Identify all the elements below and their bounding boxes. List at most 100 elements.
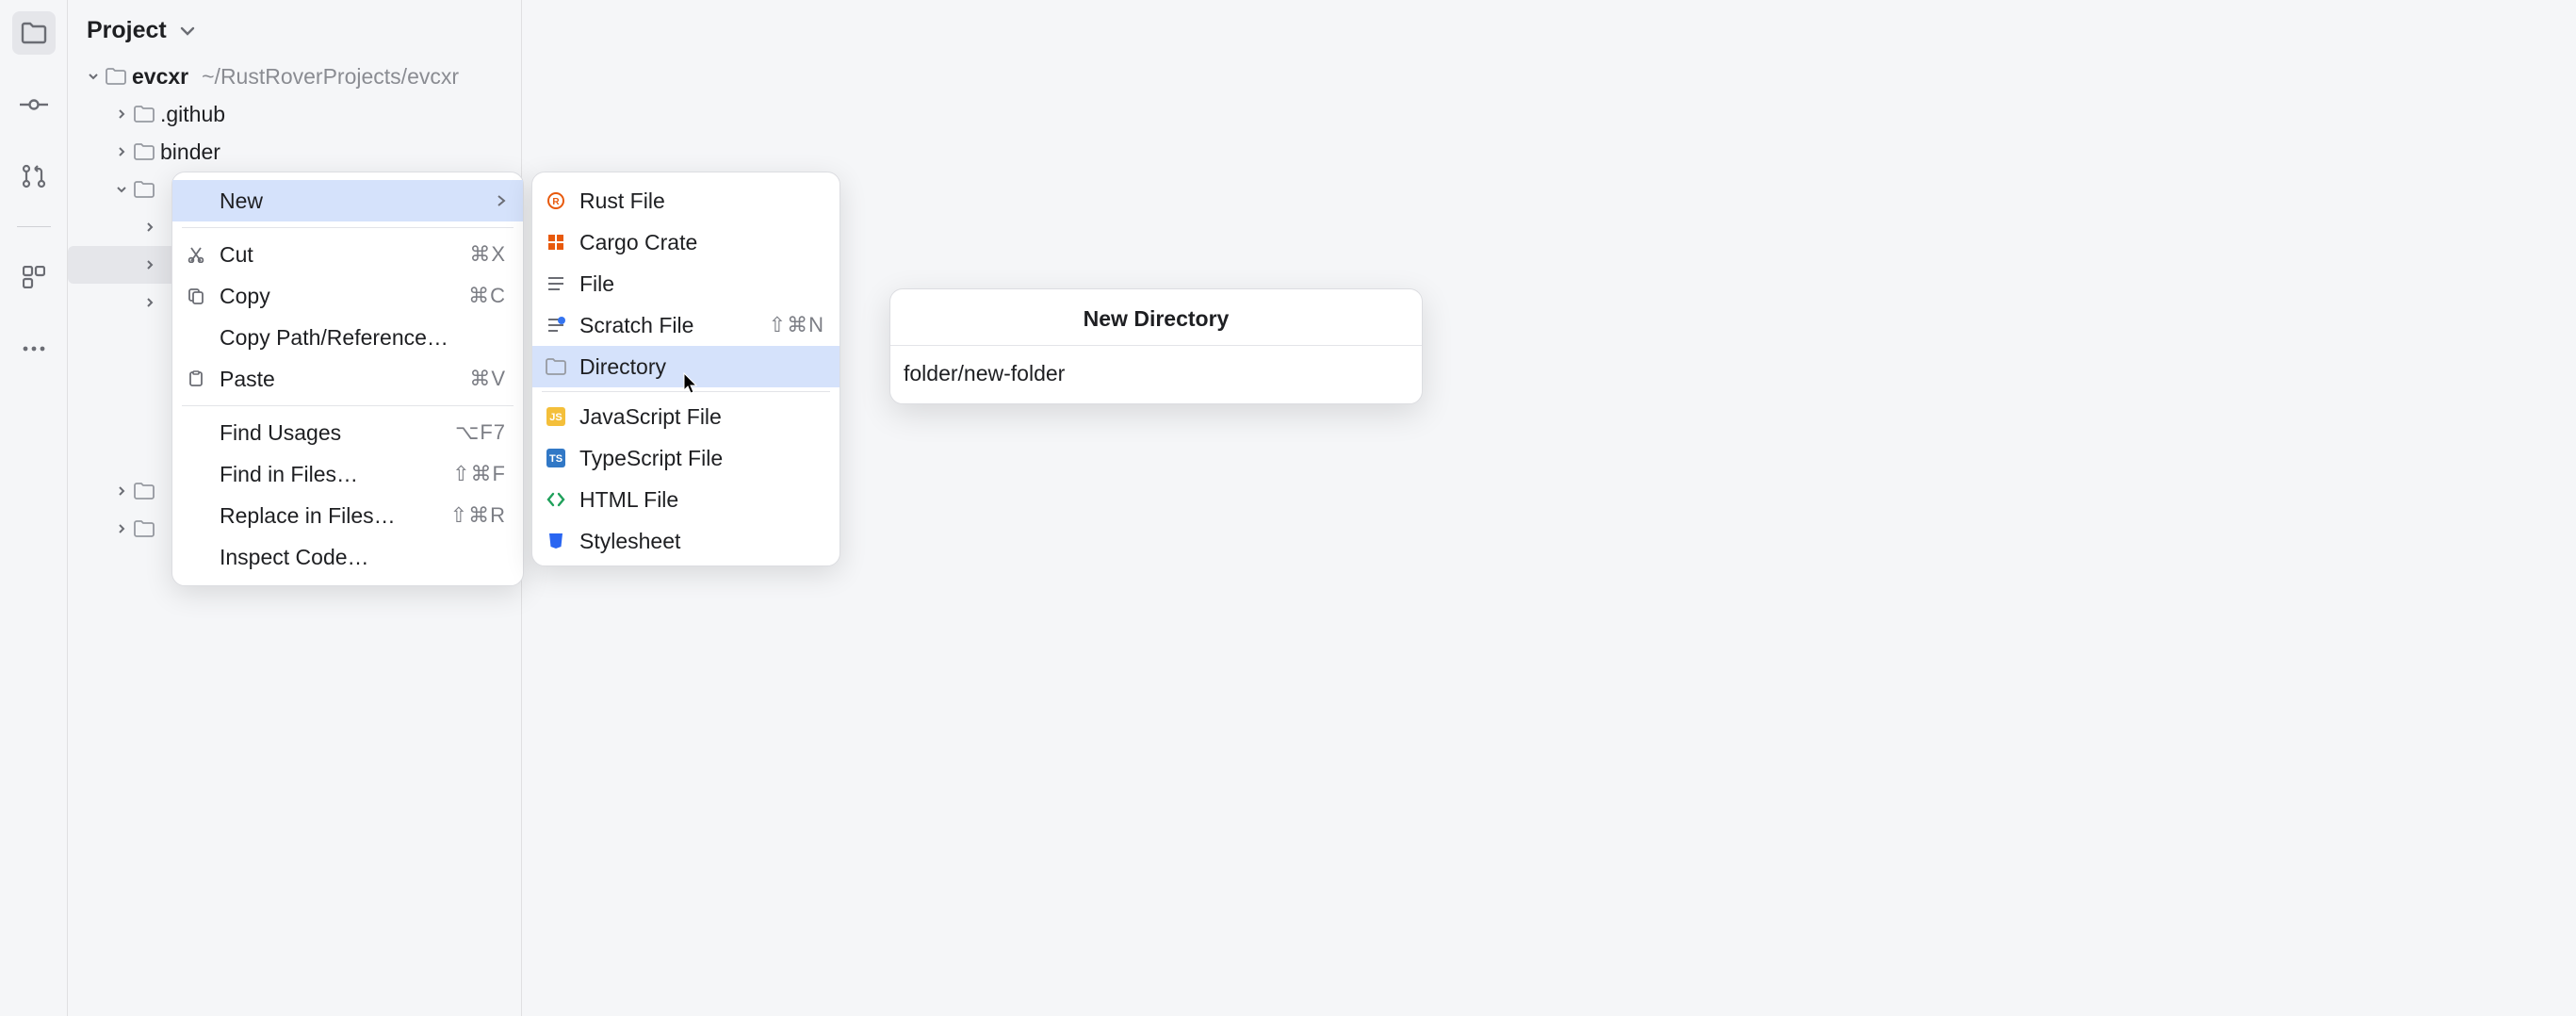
pull-request-icon: [22, 164, 46, 188]
project-tool-button[interactable]: [12, 11, 56, 55]
new-directory-popup: New Directory: [889, 288, 1423, 404]
menu-item-label: Cut: [220, 242, 456, 268]
menu-separator: [182, 227, 514, 228]
html-icon: [546, 492, 566, 507]
svg-text:TS: TS: [549, 453, 562, 465]
folder-icon: [134, 483, 155, 500]
menu-item-find-in-files[interactable]: Find in Files… ⇧⌘F: [172, 453, 523, 495]
chevron-right-icon: [143, 221, 156, 234]
menu-item-label: Replace in Files…: [220, 503, 437, 529]
menu-item-find-usages[interactable]: Find Usages ⌥F7: [172, 412, 523, 453]
submenu-item-javascript-file[interactable]: JS JavaScript File: [532, 396, 840, 437]
menu-item-shortcut: ⌘X: [469, 242, 506, 267]
file-icon: [546, 275, 566, 292]
menu-separator: [182, 405, 514, 406]
more-tool-button[interactable]: [12, 327, 56, 370]
menu-item-cut[interactable]: Cut ⌘X: [172, 234, 523, 275]
folder-icon: [106, 68, 126, 85]
menu-item-label: Copy: [220, 284, 455, 309]
css-icon: [546, 532, 566, 550]
structure-icon: [23, 266, 45, 288]
submenu-item-label: File: [579, 271, 824, 297]
menu-item-shortcut: ⇧⌘F: [452, 462, 506, 486]
menu-separator: [542, 391, 830, 392]
copy-icon: [186, 287, 206, 304]
submenu-item-html-file[interactable]: HTML File: [532, 479, 840, 520]
folder-icon: [134, 520, 155, 537]
tree-row[interactable]: binder: [68, 133, 521, 171]
cut-icon: [186, 246, 206, 263]
chevron-right-icon: [497, 194, 506, 207]
submenu-item-rust-file[interactable]: R Rust File: [532, 180, 840, 221]
submenu-item-directory[interactable]: Directory: [532, 346, 840, 387]
svg-text:JS: JS: [549, 412, 562, 423]
menu-item-label: Copy Path/Reference…: [220, 325, 506, 351]
commit-tool-button[interactable]: [12, 83, 56, 126]
tree-item-label: .github: [160, 102, 225, 127]
folder-icon: [134, 106, 155, 123]
submenu-item-typescript-file[interactable]: TS TypeScript File: [532, 437, 840, 479]
new-directory-input[interactable]: [890, 346, 1422, 403]
crate-icon: [546, 233, 566, 252]
pull-requests-tool-button[interactable]: [12, 155, 56, 198]
tree-root-name: evcxr: [132, 64, 188, 90]
chevron-down-icon: [180, 26, 195, 36]
menu-item-copy[interactable]: Copy ⌘C: [172, 275, 523, 317]
ts-icon: TS: [546, 449, 566, 467]
project-panel-header[interactable]: Project: [68, 0, 521, 57]
submenu-item-scratch-file[interactable]: Scratch File ⇧⌘N: [532, 304, 840, 346]
menu-item-label: Find in Files…: [220, 462, 439, 487]
new-submenu: R Rust File Cargo Crate File Scratch Fil…: [531, 172, 840, 566]
chevron-right-icon: [115, 484, 128, 498]
submenu-item-label: Stylesheet: [579, 529, 824, 554]
menu-item-replace-in-files[interactable]: Replace in Files… ⇧⌘R: [172, 495, 523, 536]
submenu-item-label: HTML File: [579, 487, 824, 513]
folder-icon: [546, 358, 566, 375]
tree-row-root[interactable]: evcxr ~/RustRoverProjects/evcxr: [68, 57, 521, 95]
popup-title: New Directory: [890, 289, 1422, 346]
folder-icon: [21, 22, 47, 44]
menu-item-copy-path[interactable]: Copy Path/Reference…: [172, 317, 523, 358]
tree-root-path: ~/RustRoverProjects/evcxr: [202, 64, 459, 90]
menu-item-shortcut: ⌥F7: [455, 420, 506, 445]
submenu-item-shortcut: ⇧⌘N: [769, 313, 824, 337]
chevron-right-icon: [115, 145, 128, 158]
js-icon: JS: [546, 407, 566, 426]
submenu-item-stylesheet[interactable]: Stylesheet: [532, 520, 840, 562]
paste-icon: [186, 370, 206, 387]
rail-divider: [17, 226, 51, 227]
menu-item-label: Paste: [220, 367, 456, 392]
menu-item-inspect-code[interactable]: Inspect Code…: [172, 536, 523, 578]
tree-row[interactable]: .github: [68, 95, 521, 133]
folder-icon: [134, 181, 155, 198]
svg-text:R: R: [552, 197, 560, 207]
submenu-item-label: Scratch File: [579, 313, 756, 338]
menu-item-shortcut: ⌘V: [469, 367, 506, 391]
scratch-file-icon: [546, 317, 566, 334]
menu-item-label: New: [220, 188, 483, 214]
more-icon: [23, 346, 45, 352]
folder-icon: [134, 143, 155, 160]
chevron-down-icon: [115, 183, 128, 196]
tool-window-rail: [0, 0, 68, 1016]
tree-item-label: binder: [160, 139, 220, 165]
menu-item-paste[interactable]: Paste ⌘V: [172, 358, 523, 400]
structure-tool-button[interactable]: [12, 255, 56, 299]
submenu-item-file[interactable]: File: [532, 263, 840, 304]
chevron-down-icon: [87, 70, 100, 83]
menu-item-label: Inspect Code…: [220, 545, 506, 570]
submenu-item-cargo-crate[interactable]: Cargo Crate: [532, 221, 840, 263]
rust-icon: R: [546, 191, 566, 210]
submenu-item-label: Directory: [579, 354, 824, 380]
commit-icon: [20, 98, 48, 111]
menu-item-new[interactable]: New: [172, 180, 523, 221]
submenu-item-label: JavaScript File: [579, 404, 824, 430]
chevron-right-icon: [143, 296, 156, 309]
menu-item-label: Find Usages: [220, 420, 442, 446]
menu-item-shortcut: ⌘C: [468, 284, 506, 308]
submenu-item-label: Rust File: [579, 188, 824, 214]
submenu-item-label: TypeScript File: [579, 446, 824, 471]
menu-item-shortcut: ⇧⌘R: [450, 503, 506, 528]
project-panel-title: Project: [87, 17, 167, 44]
submenu-item-label: Cargo Crate: [579, 230, 824, 255]
